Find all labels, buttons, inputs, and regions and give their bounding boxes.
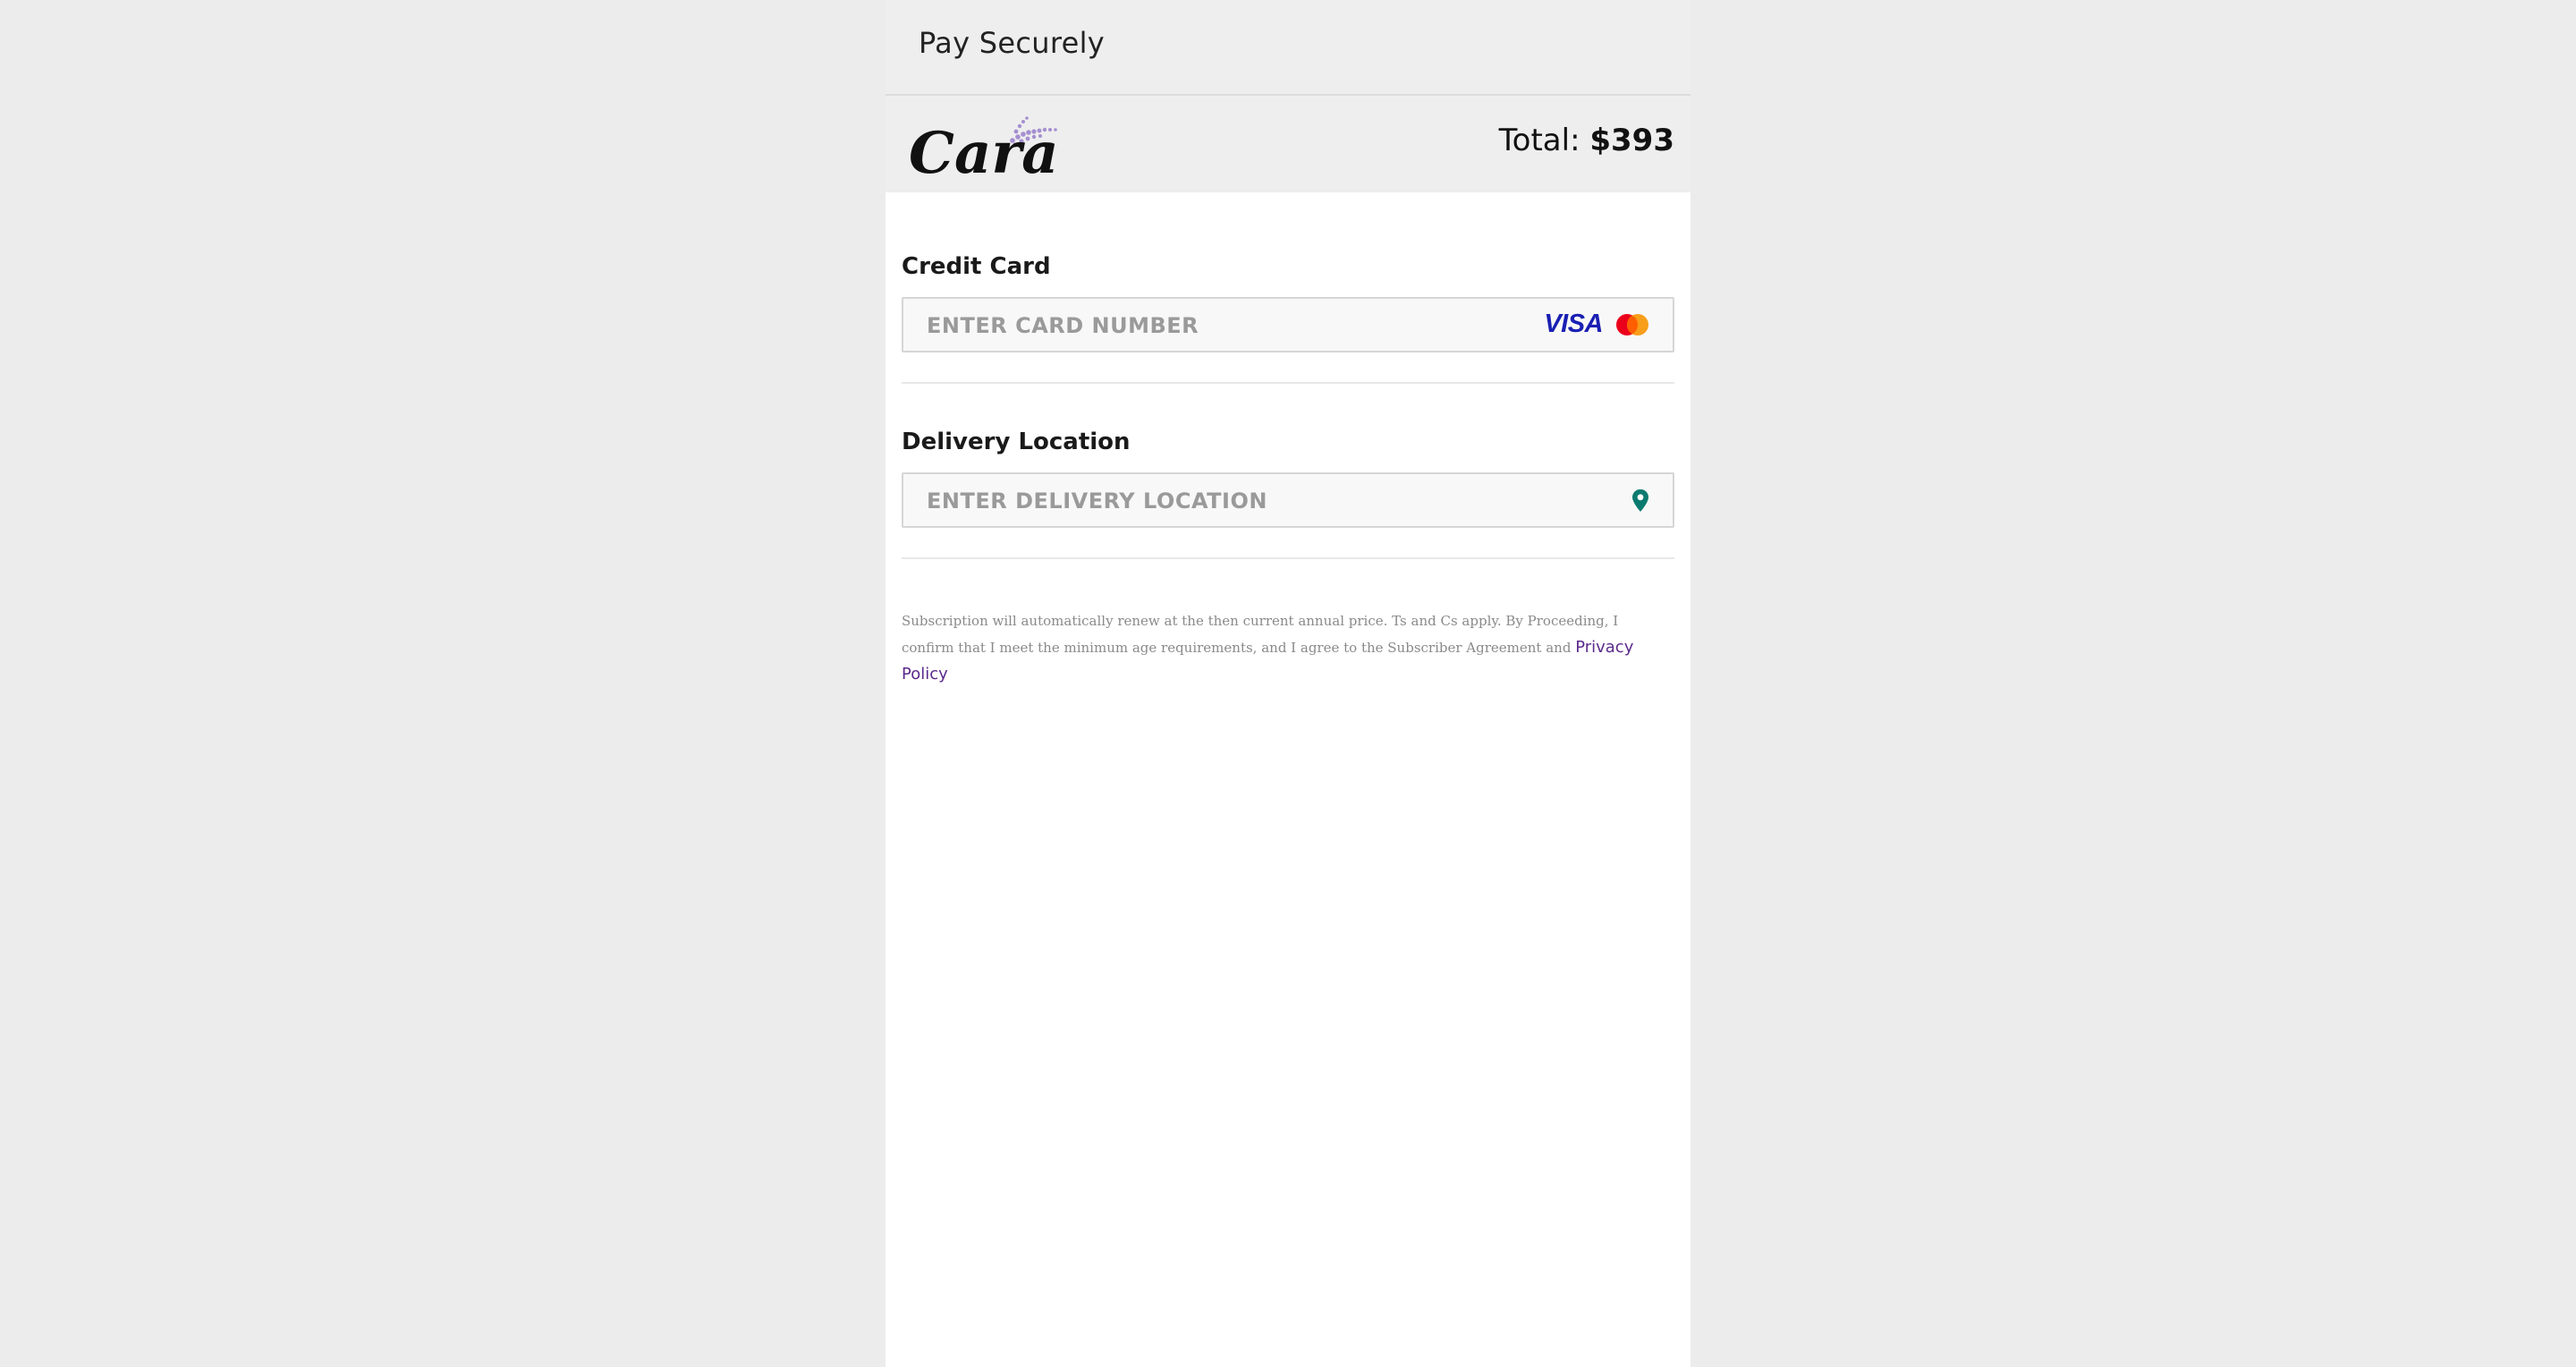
credit-card-label: Credit Card [902,253,1051,280]
brand-bar: Cara Total: $393 [886,96,1690,192]
section-divider [902,382,1674,384]
card-number-field[interactable]: VISA [902,297,1674,352]
legal-notice: Subscription will automatically renew at… [902,608,1674,688]
card-number-input[interactable] [925,299,1501,352]
delivery-location-label: Delivery Location [902,429,1131,455]
cara-logo: Cara [909,116,1059,182]
order-total: Total: $393 [1499,123,1674,158]
svg-text:Cara: Cara [909,120,1059,182]
delivery-location-field[interactable] [902,472,1674,528]
checkout-panel: Pay Securely Cara Total: $393 Credit Car… [886,0,1690,1367]
total-amount: $393 [1589,123,1674,158]
delivery-location-input[interactable] [925,474,1501,528]
top-bar: Pay Securely [886,0,1690,96]
total-label: Total: [1498,123,1580,158]
mastercard-icon [1616,314,1648,335]
page-title: Pay Securely [919,26,1106,60]
section-divider [902,557,1674,559]
location-pin-icon [1632,489,1648,512]
legal-text: Subscription will automatically renew at… [902,613,1619,656]
visa-icon: VISA [1544,310,1603,338]
